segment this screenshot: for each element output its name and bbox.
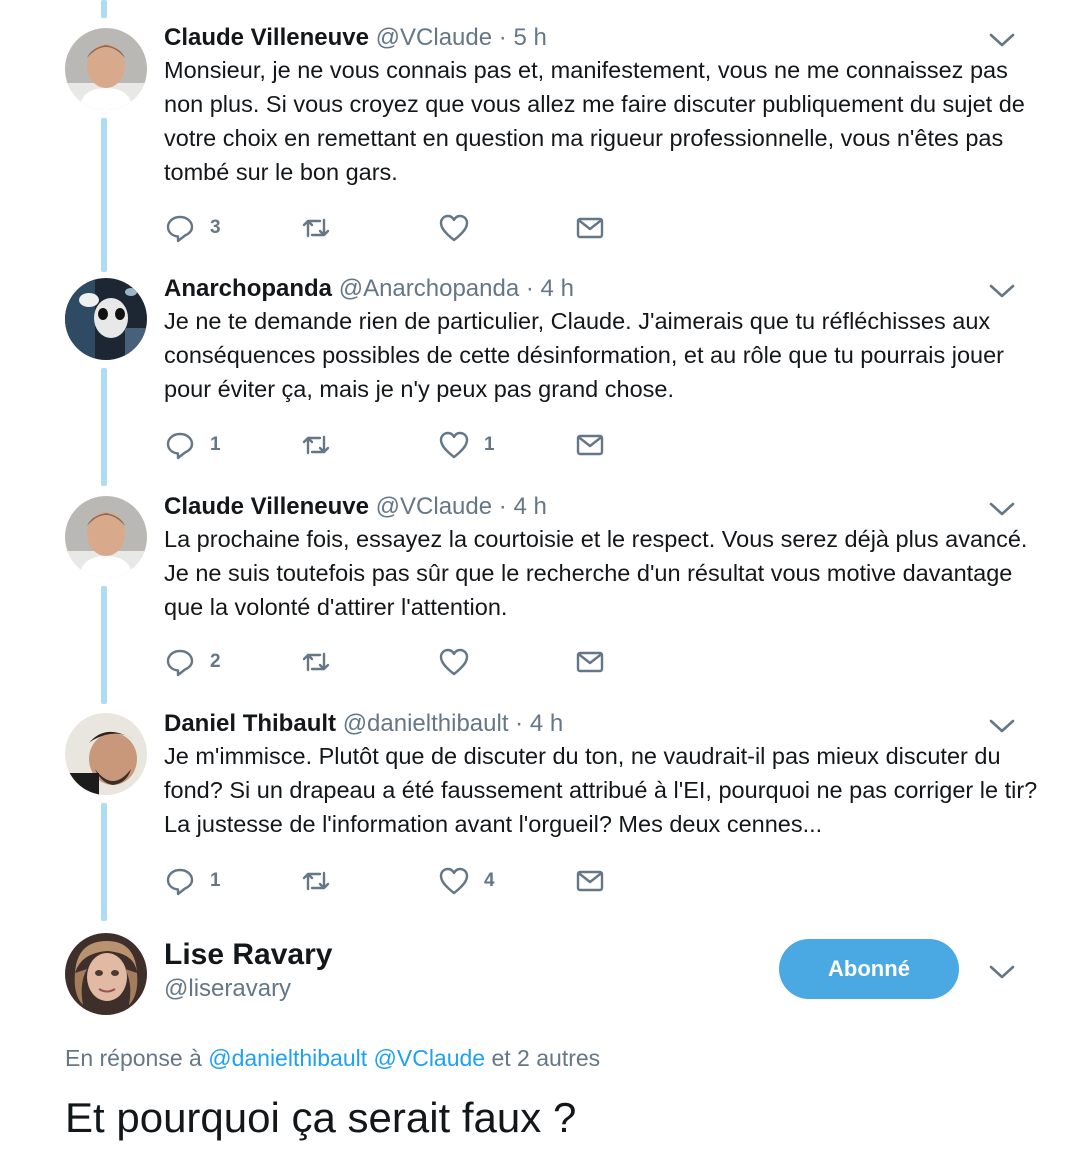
- timestamp[interactable]: 4 h: [530, 710, 563, 737]
- direct-message-button[interactable]: [574, 864, 606, 898]
- thread-line: [101, 368, 107, 486]
- like-button[interactable]: 1: [438, 428, 495, 462]
- avatar-photo: [65, 933, 147, 1015]
- reply-icon: [166, 432, 194, 460]
- envelope-icon: [576, 651, 604, 673]
- avatar-photo: [65, 278, 147, 360]
- like-button[interactable]: [438, 645, 484, 679]
- timestamp[interactable]: 5 h: [513, 24, 546, 51]
- tweet-header: Claude Villeneuve @VClaude · 4 h: [164, 493, 547, 521]
- mention-link[interactable]: @VClaude: [374, 1045, 486, 1071]
- author-name[interactable]: Lise Ravary: [164, 937, 332, 973]
- direct-message-button[interactable]: [574, 645, 606, 679]
- tweet-text: Je ne te demande rien de particulier, Cl…: [164, 308, 1004, 402]
- heart-icon: [439, 431, 469, 459]
- retweet-icon: [302, 871, 330, 891]
- avatar[interactable]: [65, 278, 147, 360]
- following-button[interactable]: Abonné: [779, 939, 959, 999]
- avatar-photo: [65, 496, 147, 578]
- direct-message-button[interactable]: [574, 428, 606, 462]
- chevron-down-icon[interactable]: [988, 962, 1016, 982]
- reply-button[interactable]: 1: [164, 428, 221, 462]
- author-name[interactable]: Claude Villeneuve: [164, 24, 369, 51]
- thread-line: [101, 118, 107, 272]
- tweet-actions: 1 4: [164, 864, 644, 898]
- reply-icon: [166, 868, 194, 896]
- timestamp[interactable]: 4 h: [513, 493, 546, 520]
- envelope-icon: [576, 434, 604, 456]
- tweet-header: Claude Villeneuve @VClaude · 5 h: [164, 24, 547, 52]
- reply-prefix: En réponse à: [65, 1045, 202, 1071]
- reply-icon: [166, 215, 194, 243]
- author-handle[interactable]: @liseravary: [164, 973, 291, 1005]
- retweet-button[interactable]: [300, 428, 346, 462]
- like-button[interactable]: [438, 211, 484, 245]
- chevron-down-icon[interactable]: [988, 281, 1016, 301]
- retweet-icon: [302, 218, 330, 238]
- tweet-actions: 2: [164, 645, 644, 679]
- separator-dot: ·: [525, 275, 534, 302]
- thread-line: [101, 803, 107, 921]
- reply-count: 3: [210, 217, 221, 238]
- chevron-down-icon[interactable]: [988, 716, 1016, 736]
- tweet-actions: 3: [164, 211, 644, 245]
- envelope-icon: [576, 217, 604, 239]
- retweet-button[interactable]: [300, 864, 346, 898]
- reply-count: 1: [210, 870, 221, 891]
- separator-dot: ·: [498, 493, 507, 520]
- tweet-actions: 1 1: [164, 428, 644, 462]
- author-handle[interactable]: @danielthibault: [343, 710, 509, 737]
- retweet-button[interactable]: [300, 645, 346, 679]
- thread-line: [101, 586, 107, 704]
- envelope-icon: [576, 870, 604, 892]
- tweet-text: Je m'immisce. Plutôt que de discuter du …: [164, 743, 1038, 837]
- avatar[interactable]: [65, 713, 147, 795]
- like-count: 4: [484, 870, 495, 891]
- like-button[interactable]: 4: [438, 864, 495, 898]
- reply-others-link[interactable]: et 2 autres: [491, 1045, 600, 1071]
- author-handle[interactable]: @Anarchopanda: [339, 275, 520, 302]
- chevron-down-icon[interactable]: [988, 30, 1016, 50]
- heart-icon: [439, 867, 469, 895]
- author-handle[interactable]: @VClaude: [376, 493, 492, 520]
- reply-count: 1: [210, 434, 221, 455]
- avatar-photo: [65, 28, 147, 110]
- avatar[interactable]: [65, 496, 147, 578]
- heart-icon: [439, 648, 469, 676]
- tweet-header: Daniel Thibault @danielthibault · 4 h: [164, 710, 563, 738]
- author-name[interactable]: Daniel Thibault: [164, 710, 336, 737]
- reply-icon: [166, 649, 194, 677]
- tweet-header: Anarchopanda @Anarchopanda · 4 h: [164, 275, 574, 303]
- tweet-text: Monsieur, je ne vous connais pas et, man…: [164, 57, 1025, 185]
- avatar[interactable]: [65, 28, 147, 110]
- reply-count: 2: [210, 651, 221, 672]
- author-name[interactable]: Anarchopanda: [164, 275, 332, 302]
- direct-message-button[interactable]: [574, 211, 606, 245]
- author-name[interactable]: Claude Villeneuve: [164, 493, 369, 520]
- separator-dot: ·: [515, 710, 524, 737]
- author-handle[interactable]: @VClaude: [376, 24, 492, 51]
- avatar-photo: [65, 713, 147, 795]
- chevron-down-icon[interactable]: [988, 499, 1016, 519]
- reply-context: En réponse à @danielthibault @VClaude et…: [65, 1042, 600, 1074]
- retweet-icon: [302, 435, 330, 455]
- heart-icon: [439, 214, 469, 242]
- separator-dot: ·: [498, 24, 507, 51]
- tweet-text: La prochaine fois, essayez la courtoisie…: [164, 526, 1028, 620]
- retweet-icon: [302, 652, 330, 672]
- retweet-button[interactable]: [300, 211, 346, 245]
- reply-button[interactable]: 2: [164, 645, 221, 679]
- tweet-text: Et pourquoi ça serait faux ?: [65, 1094, 577, 1141]
- like-count: 1: [484, 434, 495, 455]
- reply-button[interactable]: 1: [164, 864, 221, 898]
- timestamp[interactable]: 4 h: [541, 275, 574, 302]
- avatar[interactable]: [65, 933, 147, 1015]
- reply-button[interactable]: 3: [164, 211, 221, 245]
- mention-link[interactable]: @danielthibault: [208, 1045, 367, 1071]
- thread-line: [101, 0, 107, 18]
